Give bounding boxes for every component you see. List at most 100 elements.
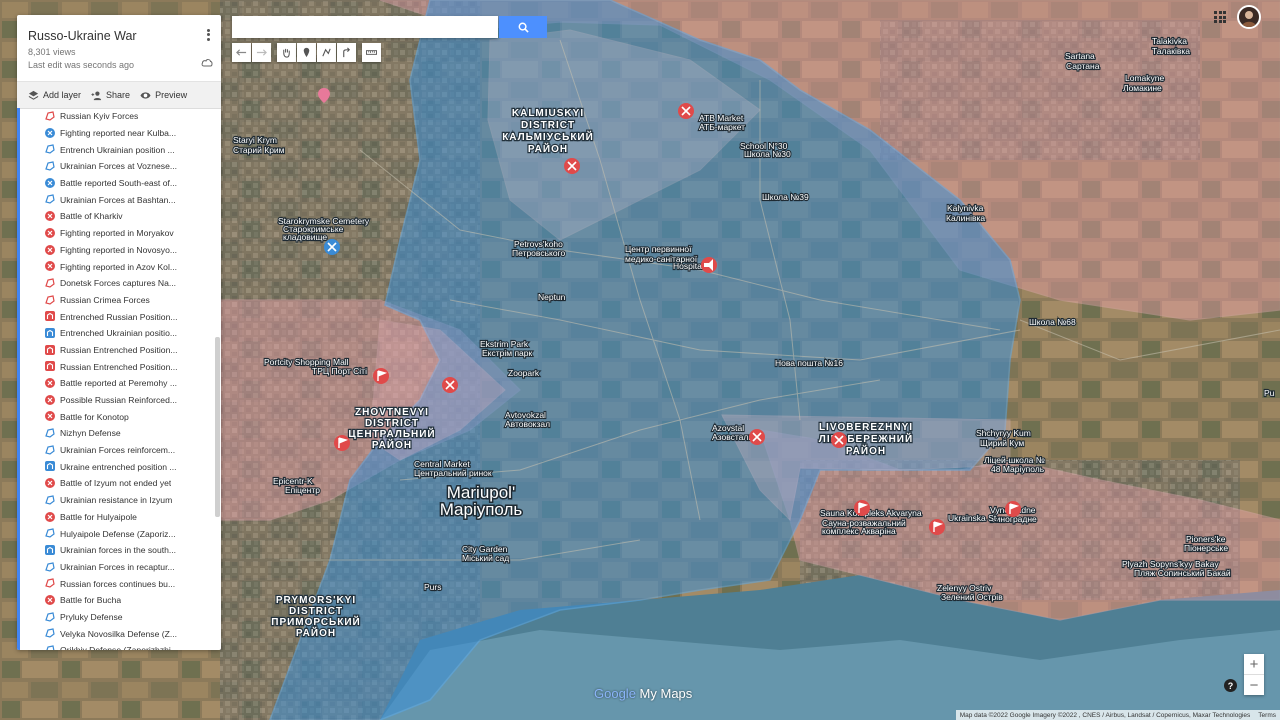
svg-text:Школа №39: Школа №39 [762, 192, 809, 202]
layer-item[interactable]: Battle reported South-east of... [20, 175, 221, 192]
svg-text:Hospital: Hospital [673, 261, 704, 271]
layer-item[interactable]: Battle for Bucha [20, 592, 221, 609]
layer-item[interactable]: Hulyaipole Defense (Zaporiz... [20, 525, 221, 542]
layer-item[interactable]: Ukrainian Forces at Bashtan... [20, 191, 221, 208]
layer-label: Hulyaipole Defense (Zaporiz... [60, 528, 176, 539]
layer-label: Ukrainian forces in the south... [60, 545, 177, 556]
layer-label: Entrenched Russian Position... [60, 311, 178, 322]
zoom-out-button[interactable]: − [1244, 675, 1264, 695]
undo-button[interactable] [232, 43, 251, 62]
map-title[interactable]: Russo-Ukraine War [28, 29, 137, 43]
share-button[interactable]: Share [91, 90, 130, 101]
layer-item[interactable]: Entrenched Russian Position... [20, 308, 221, 325]
polyline-icon [322, 48, 331, 57]
polygon-layer-icon [45, 428, 55, 438]
svg-text:АТБ-маркет: АТБ-маркет [699, 122, 745, 132]
more-options-icon[interactable] [203, 27, 213, 43]
russian-position-flag-icon[interactable] [854, 500, 870, 516]
layer-label: Russian forces continues bu... [60, 578, 176, 589]
layer-list[interactable]: Russian Kyiv Forces Fighting reported nea… [17, 108, 221, 650]
add-layer-button[interactable]: Add layer [28, 90, 81, 101]
fortification-icon [45, 461, 55, 472]
layer-item[interactable]: Russian Entrenched Position... [20, 358, 221, 375]
layer-item[interactable]: Ukrainian Forces in recaptur... [20, 559, 221, 576]
preview-button[interactable]: Preview [140, 90, 187, 101]
layer-item[interactable]: Russian forces continues bu... [20, 575, 221, 592]
russian-position-flag-icon[interactable] [373, 368, 389, 384]
pan-hand-button[interactable] [277, 43, 296, 62]
layer-item[interactable]: Fighting reported in Moryakov [20, 225, 221, 242]
layer-label: Velyka Novosilka Defense (Z... [60, 628, 178, 639]
layer-item[interactable]: Battle of Kharkiv [20, 208, 221, 225]
layer-item[interactable]: Possible Russian Reinforced... [20, 392, 221, 409]
layer-item[interactable]: Ukraine entrenched position ... [20, 458, 221, 475]
battle-marker[interactable] [678, 103, 694, 119]
svg-text:Центр первинної: Центр первинної [625, 244, 692, 254]
layer-item[interactable]: Fighting reported in Novosyo... [20, 242, 221, 259]
ukrainian-battle-marker[interactable] [324, 239, 340, 255]
layer-label: Ukrainian Forces at Bashtan... [60, 194, 176, 205]
polygon-layer-icon [45, 628, 55, 638]
battle-marker[interactable] [442, 377, 458, 393]
battle-marker[interactable] [749, 429, 765, 445]
layer-item[interactable]: Ukrainian Forces reinforcem... [20, 442, 221, 459]
layer-item[interactable]: Fighting reported in Azov Kol... [20, 258, 221, 275]
layer-item[interactable]: Velyka Novosilka Defense (Z... [20, 625, 221, 642]
search-input[interactable] [232, 16, 498, 38]
history-group [232, 43, 272, 62]
svg-text:KALMIUSKYI: KALMIUSKYI [512, 108, 584, 119]
layer-label: Orikhiv Defense (Zaporizhzhi... [60, 645, 178, 650]
layer-item[interactable]: Entrenched Ukrainian positio... [20, 325, 221, 342]
svg-text:48 Маріуполь: 48 Маріуполь [991, 464, 1045, 474]
battle-marker[interactable] [831, 432, 847, 448]
layer-item[interactable]: Russian Entrenched Position... [20, 342, 221, 359]
measure-button[interactable] [362, 43, 381, 62]
layer-item[interactable]: Russian Crimea Forces [20, 292, 221, 309]
add-marker-button[interactable] [297, 43, 316, 62]
layer-item[interactable]: Russian Kyiv Forces [20, 108, 221, 125]
layer-item[interactable]: Orikhiv Defense (Zaporizhzhi... [20, 642, 221, 650]
google-my-maps-logo: Google My Maps [594, 686, 693, 701]
layer-item[interactable]: Battle for Hulyaipole [20, 509, 221, 526]
layer-label: Russian Entrenched Position... [60, 361, 178, 372]
layer-item[interactable]: Ukrainian Forces at Voznese... [20, 158, 221, 175]
avatar[interactable] [1237, 5, 1261, 29]
layer-item[interactable]: Battle reported at Peremohy ... [20, 375, 221, 392]
layer-item[interactable]: Nizhyn Defense [20, 425, 221, 442]
svg-text:Калинівка: Калинівка [946, 213, 985, 223]
layer-item[interactable]: Fighting reported near Kulba... [20, 125, 221, 142]
search-button[interactable] [499, 16, 547, 38]
layer-item[interactable]: Ukrainian resistance in Izyum [20, 492, 221, 509]
layer-item[interactable]: Entrench Ukrainian position ... [20, 141, 221, 158]
last-edit-status: Last edit was seconds ago [28, 60, 135, 70]
help-icon[interactable]: ? [1224, 679, 1237, 692]
polygon-layer-icon [45, 645, 55, 650]
svg-text:Сартана: Сартана [1066, 61, 1100, 71]
layer-label: Pryluky Defense [60, 611, 123, 622]
megaphone-marker-icon[interactable] [701, 257, 717, 273]
map-legend-panel: Russo-Ukraine War 8,301 views Last edit … [17, 15, 221, 650]
layer-item[interactable]: Ukrainian forces in the south... [20, 542, 221, 559]
scrollbar[interactable] [215, 337, 220, 517]
layer-item[interactable]: Battle for Konotop [20, 408, 221, 425]
redo-button[interactable] [252, 43, 271, 62]
apps-grid-icon[interactable] [1214, 11, 1226, 23]
svg-text:Staryi Krym: Staryi Krym [233, 135, 277, 145]
layer-item[interactable]: Battle of Izyum not ended yet [20, 475, 221, 492]
polygon-layer-icon [45, 194, 55, 205]
layer-label: Fighting reported in Moryakov [60, 228, 174, 239]
draw-line-button[interactable] [317, 43, 336, 62]
russian-position-flag-icon[interactable] [929, 519, 945, 535]
polygon-layer-icon [45, 161, 55, 171]
battle-cross-icon [45, 411, 55, 422]
layer-item[interactable]: Pryluky Defense [20, 609, 221, 626]
terms-link[interactable]: Terms [1258, 712, 1276, 719]
directions-button[interactable] [337, 43, 356, 62]
zoom-in-button[interactable]: + [1244, 654, 1264, 675]
layer-item[interactable]: Donetsk Forces captures Na... [20, 275, 221, 292]
map-tools [232, 43, 381, 62]
polygon-layer-icon [45, 445, 55, 455]
russian-position-flag-icon[interactable] [1005, 501, 1021, 517]
battle-marker[interactable] [564, 158, 580, 174]
russian-position-flag-icon[interactable] [334, 435, 350, 451]
